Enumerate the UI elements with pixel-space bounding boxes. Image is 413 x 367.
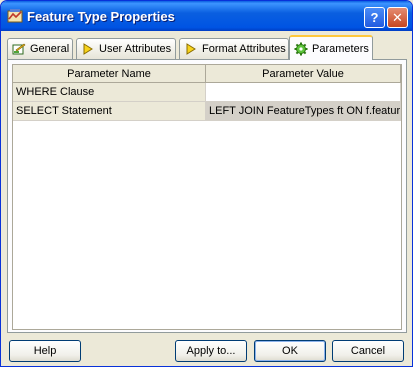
tab-parameters[interactable]: Parameters [289, 35, 373, 60]
parameter-value-cell[interactable] [206, 83, 401, 102]
table-row[interactable]: WHERE Clause [13, 83, 401, 102]
column-header-parameter-value[interactable]: Parameter Value [206, 65, 401, 83]
tab-strip: General User Attributes Format Attribute… [7, 35, 407, 61]
tab-format-attributes-label: Format Attributes [202, 43, 286, 55]
cancel-button[interactable]: Cancel [332, 340, 404, 362]
parameter-value-cell[interactable]: LEFT JOIN FeatureTypes ft ON f.feature [206, 102, 401, 121]
window-title: Feature Type Properties [27, 9, 175, 24]
tab-user-attributes-label: User Attributes [99, 43, 172, 55]
ok-button[interactable]: OK [254, 340, 326, 362]
help-button[interactable]: Help [9, 340, 81, 362]
diamond-arrow-icon [186, 43, 196, 55]
apply-to-button[interactable]: Apply to... [175, 340, 247, 362]
column-header-parameter-name[interactable]: Parameter Name [13, 65, 206, 83]
pencil-page-icon [12, 43, 26, 55]
parameters-panel: Parameter Name Parameter Value WHERE Cla… [7, 59, 407, 333]
tab-parameters-label: Parameters [312, 42, 369, 55]
feature-type-properties-dialog: Feature Type Properties ? ✕ General User… [0, 0, 413, 367]
tab-user-attributes[interactable]: User Attributes [76, 38, 176, 59]
question-icon: ? [370, 10, 379, 25]
parameters-grid: Parameter Name Parameter Value WHERE Cla… [12, 64, 402, 330]
title-close-button[interactable]: ✕ [387, 7, 408, 28]
grid-header: Parameter Name Parameter Value [13, 65, 401, 83]
title-help-button[interactable]: ? [364, 7, 385, 28]
tab-format-attributes[interactable]: Format Attributes [179, 38, 289, 59]
table-row[interactable]: SELECT Statement LEFT JOIN FeatureTypes … [13, 102, 401, 121]
diamond-arrow-icon [83, 43, 93, 55]
parameter-name-cell: WHERE Clause [13, 83, 206, 102]
feature-type-icon [7, 9, 23, 23]
parameter-name-cell: SELECT Statement [13, 102, 206, 121]
tab-general-label: General [30, 43, 70, 55]
gear-icon [294, 42, 308, 55]
tab-general[interactable]: General [7, 38, 73, 59]
close-icon: ✕ [392, 9, 403, 25]
title-bar[interactable]: Feature Type Properties ? ✕ [1, 1, 412, 31]
